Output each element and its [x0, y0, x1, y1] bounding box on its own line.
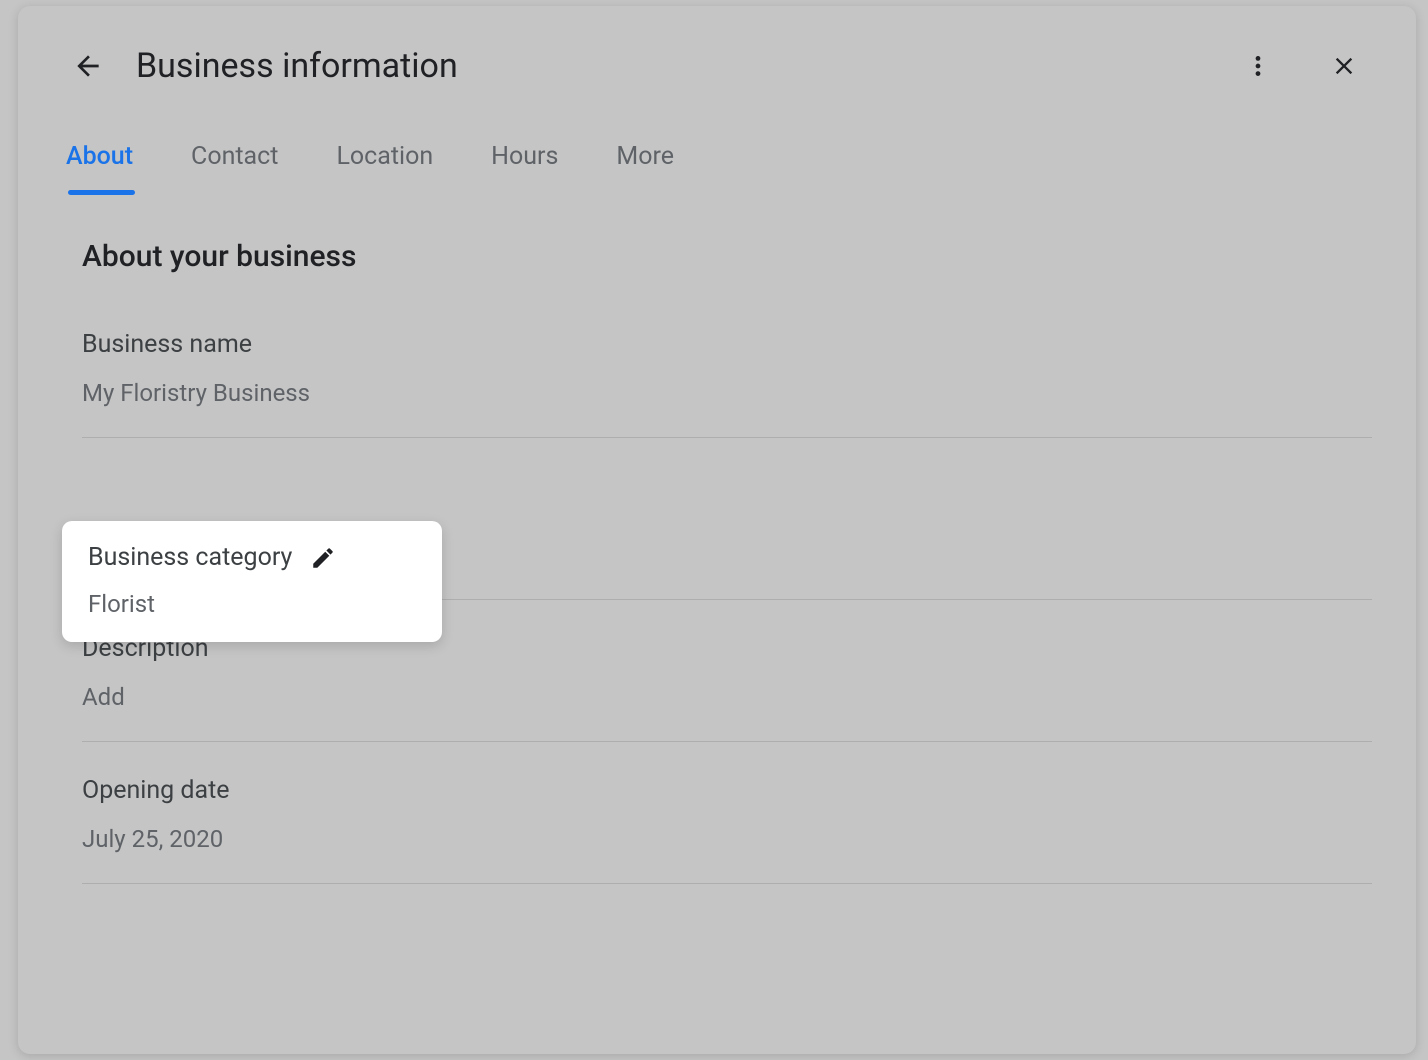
field-value: Add: [82, 683, 1372, 711]
field-business-name[interactable]: Business name My Floristry Business: [82, 330, 1372, 438]
dialog-header: Business information: [18, 6, 1416, 106]
more-vert-icon: [1245, 53, 1271, 79]
dialog-title: Business information: [136, 46, 1210, 86]
tab-location[interactable]: Location: [336, 142, 433, 195]
tab-more[interactable]: More: [616, 142, 674, 195]
section-title: About your business: [82, 239, 1372, 274]
tab-contact[interactable]: Contact: [191, 142, 278, 195]
field-value: Florist: [88, 590, 416, 618]
field-label: Business name: [82, 330, 252, 359]
close-icon: [1330, 52, 1358, 80]
field-value: My Floristry Business: [82, 379, 1372, 407]
business-info-dialog: Business information About Contact Locat…: [18, 6, 1416, 1054]
field-label: Business category: [88, 543, 292, 572]
field-business-category[interactable]: Business category Florist: [62, 521, 442, 642]
edit-icon: [310, 545, 336, 571]
close-button[interactable]: [1328, 50, 1360, 82]
tab-hours[interactable]: Hours: [491, 142, 558, 195]
tab-about[interactable]: About: [66, 142, 133, 195]
header-actions: [1242, 50, 1360, 82]
field-description[interactable]: Description Add: [82, 634, 1372, 742]
field-value: July 25, 2020: [82, 825, 1372, 853]
more-options-button[interactable]: [1242, 50, 1274, 82]
field-label: Opening date: [82, 776, 230, 805]
back-button[interactable]: [72, 50, 104, 82]
tabs-bar: About Contact Location Hours More: [18, 106, 1416, 195]
field-opening-date[interactable]: Opening date July 25, 2020: [82, 776, 1372, 884]
arrow-back-icon: [72, 50, 104, 82]
